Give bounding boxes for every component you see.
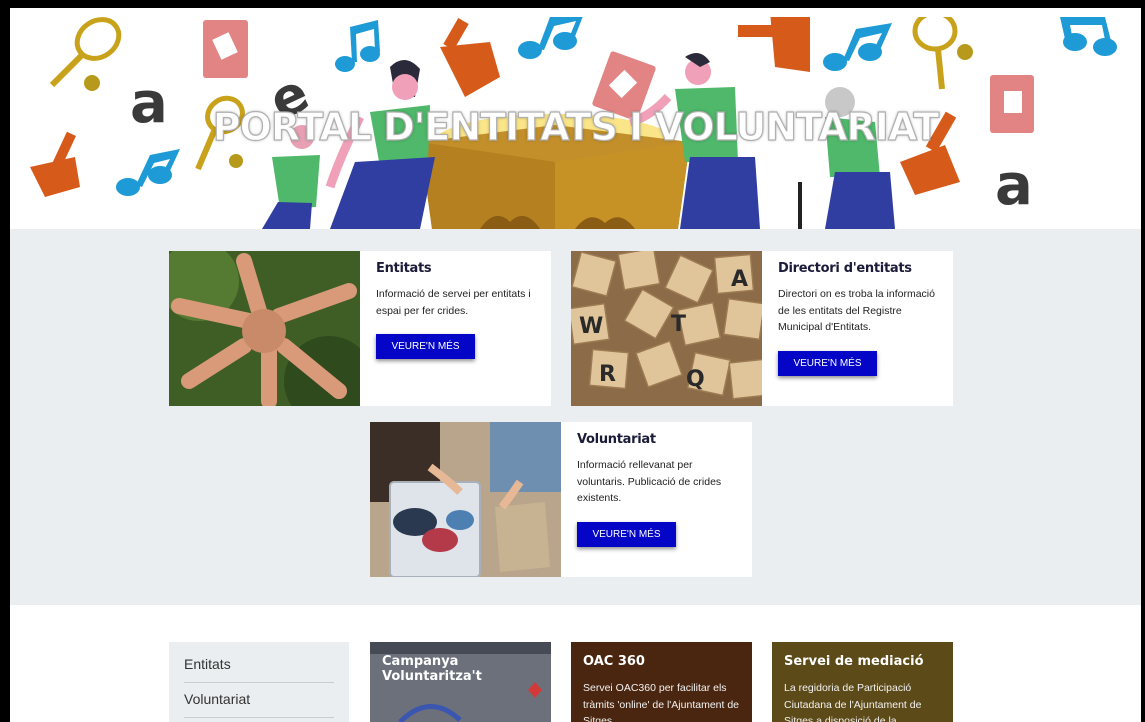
tile-campanya[interactable]: Campanya Voluntaritza't (370, 642, 551, 722)
tennis-racket-icon (49, 17, 122, 91)
music-note-icon (1060, 17, 1117, 56)
card-title: Voluntariat (577, 432, 656, 447)
card-title: Directori d'entitats (778, 261, 912, 276)
tile-description: La regidoria de Participació Ciutadana d… (784, 682, 922, 722)
paint-brush-icon (738, 17, 810, 72)
svg-text:Q: Q (686, 367, 705, 392)
tile-description: Servei OAC360 per facilitar els tràmits … (583, 682, 740, 722)
volunteers-box-image (370, 422, 561, 577)
tile-mediacio[interactable]: Servei de mediació La regidoria de Parti… (772, 642, 953, 722)
veurene-mes-button[interactable]: VEURE'N MÉS (376, 334, 475, 359)
page-frame: a e a PORTAL D'ENTITATS I VOLUNTARIAT En… (10, 8, 1141, 722)
letter-tiles-image: A W R Q T (571, 251, 762, 406)
paint-brush-icon (440, 18, 500, 97)
music-note-icon (518, 17, 583, 59)
card-description: Informació rellevanat per voluntaris. Pu… (577, 459, 722, 504)
side-menu-item-voluntariat[interactable]: Voluntariat (184, 683, 334, 718)
hero-title: PORTAL D'ENTITATS I VOLUNTARIAT (212, 104, 940, 149)
hands-circle-image (169, 251, 360, 406)
svg-text:A: A (731, 267, 748, 292)
book-icon (203, 20, 248, 78)
hero-banner: a e a PORTAL D'ENTITATS I VOLUNTARIAT (10, 17, 1141, 229)
card-body: Voluntariat Informació rellevanat per vo… (577, 432, 742, 547)
svg-text:W: W (579, 314, 603, 339)
tile-title: OAC 360 (583, 654, 645, 669)
tile-title: Servei de mediació (784, 654, 924, 669)
side-menu-item-entitats[interactable]: Entitats (184, 648, 334, 683)
music-note-icon (335, 20, 380, 72)
tile-title: Campanya Voluntaritza't (382, 654, 482, 684)
card-body: Directori d'entitats Directori on es tro… (778, 261, 943, 376)
svg-text:T: T (671, 312, 686, 337)
card-voluntariat: Voluntariat Informació rellevanat per vo… (370, 422, 752, 577)
card-body: Entitats Informació de servei per entita… (376, 261, 541, 359)
card-description: Directori on es troba la informació de l… (778, 288, 935, 333)
tile-oac360[interactable]: OAC 360 Servei OAC360 per facilitar els … (571, 642, 752, 722)
svg-text:R: R (599, 362, 616, 387)
card-entitats: Entitats Informació de servei per entita… (169, 251, 551, 406)
card-directori: A W R Q T Directori d'entitats Directori… (571, 251, 953, 406)
side-menu: Entitats Voluntariat (169, 642, 349, 722)
music-note-icon (116, 149, 180, 196)
music-note-icon (823, 23, 892, 71)
hero-letter-a: a (995, 153, 1033, 218)
bottom-section: Entitats Voluntariat Campanya Voluntarit… (10, 605, 1141, 722)
veurene-mes-button[interactable]: VEURE'N MÉS (577, 521, 676, 547)
card-title: Entitats (376, 261, 432, 276)
veurene-mes-button[interactable]: VEURE'N MÉS (778, 350, 877, 376)
card-description: Informació de servei per entitats i espa… (376, 288, 531, 317)
tennis-racket-icon (912, 17, 973, 90)
cards-section: Entitats Informació de servei per entita… (10, 229, 1141, 605)
